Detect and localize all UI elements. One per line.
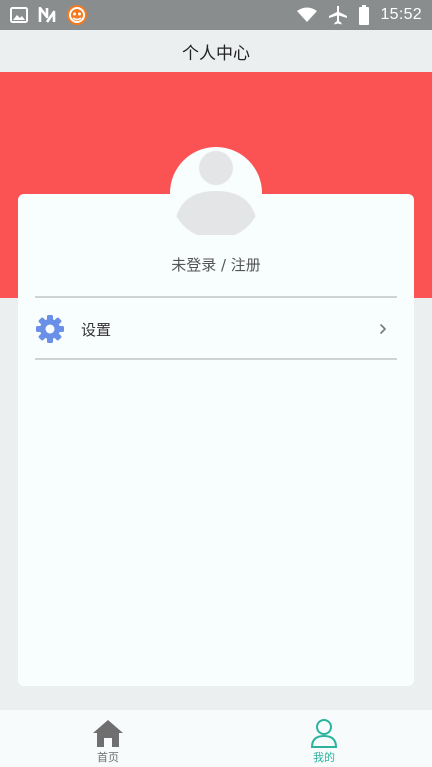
avatar-placeholder-icon xyxy=(174,151,258,235)
page-title: 个人中心 xyxy=(182,43,250,64)
status-time: 15:52 xyxy=(380,6,422,23)
battery-icon xyxy=(358,5,370,25)
chevron-right-icon xyxy=(377,323,389,335)
nav-label-home: 首页 xyxy=(97,751,119,764)
airplane-icon xyxy=(328,5,348,25)
divider-bottom xyxy=(35,358,397,360)
bottom-nav: 首页 我的 xyxy=(0,710,432,767)
nav-item-mine[interactable]: 我的 xyxy=(216,710,432,767)
login-register-link[interactable]: 未登录 / 注册 xyxy=(18,254,414,275)
divider-top xyxy=(35,296,397,298)
wifi-icon xyxy=(296,7,318,23)
status-bar-right: 15:52 xyxy=(296,5,422,25)
n-notification-icon xyxy=(38,7,56,23)
settings-label: 设置 xyxy=(81,320,112,339)
user-icon xyxy=(308,718,340,748)
app-logo-icon xyxy=(66,4,88,26)
profile-screen: 15:52 个人中心 未登录 / 注册 设置 首页 我的 xyxy=(0,0,432,767)
home-icon xyxy=(92,718,124,748)
title-bar: 个人中心 xyxy=(0,30,432,72)
nav-label-mine: 我的 xyxy=(313,751,335,764)
status-bar: 15:52 xyxy=(0,0,432,30)
image-icon xyxy=(10,7,28,23)
settings-row[interactable]: 设置 xyxy=(35,300,397,358)
nav-item-home[interactable]: 首页 xyxy=(0,710,216,767)
gear-icon xyxy=(35,314,65,344)
avatar[interactable] xyxy=(170,147,262,239)
status-bar-left xyxy=(10,4,88,26)
